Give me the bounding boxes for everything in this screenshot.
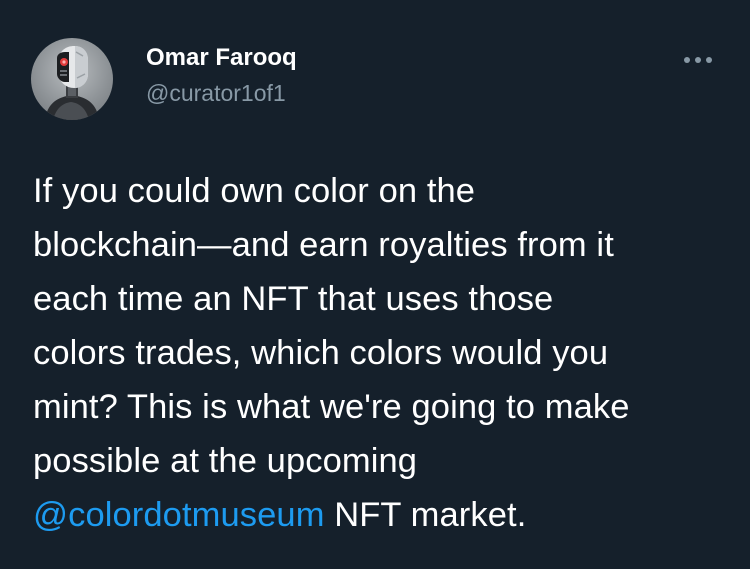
tweet-text-tail: NFT market. [324,496,527,534]
tweet-text-line: each time an NFT that uses those [33,280,554,318]
more-dots-icon [684,57,712,63]
mention-link[interactable]: @colordotmuseum [33,496,325,534]
robot-head-avatar-icon [45,46,99,120]
author-display-name[interactable]: Omar Farooq [146,44,297,72]
more-options-button[interactable] [680,48,716,72]
tweet-text-line: If you could own color on the [33,172,476,210]
tweet-text-line-last: @colordotmuseum NFT market. [33,488,723,542]
tweet-text-line: blockchain—and earn royalties from it [33,226,614,264]
avatar[interactable] [31,38,113,120]
tweet-text-line: possible at the upcoming [33,442,418,480]
author-handle[interactable]: @curator1of1 [146,80,286,107]
tweet-card: Omar Farooq @curator1of1 If you could ow… [0,0,750,569]
tweet-text-line: colors trades, which colors would you [33,334,609,372]
tweet-text-line: mint? This is what we're going to make [33,388,630,426]
tweet-text: If you could own color on the blockchain… [33,164,723,542]
